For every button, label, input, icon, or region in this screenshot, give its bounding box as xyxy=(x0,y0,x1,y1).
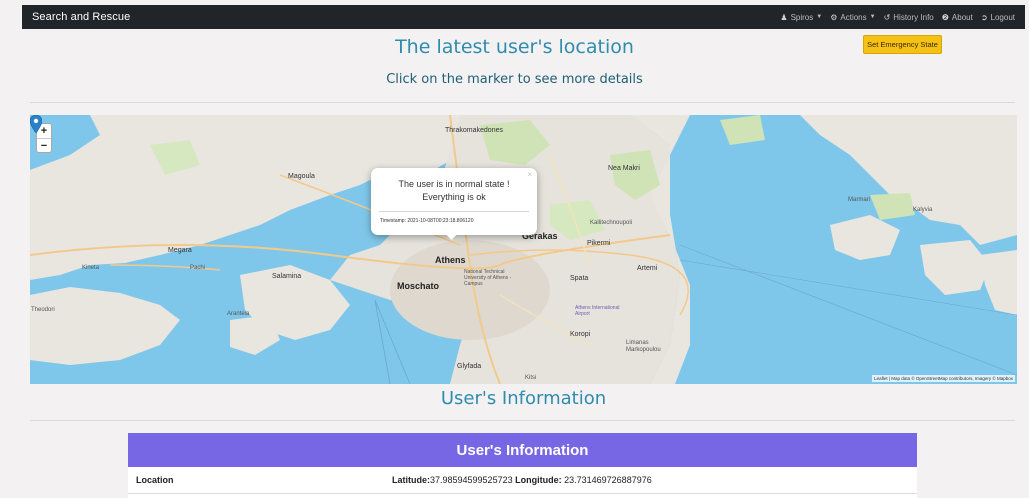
cogs-icon: ⚙ xyxy=(830,12,838,22)
map-label: Artemi xyxy=(637,265,658,272)
longitude-value: 23.731469726887976 xyxy=(564,475,652,485)
map[interactable]: + − Thrakomakedones Magoula Megara Kinet… xyxy=(30,115,1017,384)
popup-tip xyxy=(446,234,458,240)
row-value: Latitude:37.98594599525723 Longitude: 23… xyxy=(392,475,917,485)
navbar: Search and Rescue ♟ Spiros ▼ ⚙ Actions ▼… xyxy=(22,5,1025,29)
nav-user-menu[interactable]: ♟ Spiros ▼ xyxy=(780,13,822,22)
longitude-label: Longitude: xyxy=(515,475,562,485)
history-icon: ↺ xyxy=(883,12,891,22)
map-label: Athens International Airport xyxy=(575,305,620,317)
nav-about[interactable]: ❷ About xyxy=(942,13,973,22)
map-label: Thrakomakedones xyxy=(445,127,503,134)
user-icon: ♟ xyxy=(780,12,788,22)
nav-actions-label: Actions xyxy=(840,12,867,22)
map-label: Megara xyxy=(168,247,192,254)
row-key: Location xyxy=(136,475,174,485)
nav-about-label: About xyxy=(951,12,973,22)
map-label: Salamina xyxy=(272,273,302,280)
map-label: Koropi xyxy=(570,331,591,338)
page-subtitle: Click on the marker to see more details xyxy=(386,72,643,87)
map-label: Kallitechnoupoli xyxy=(590,220,633,226)
nav-actions-menu[interactable]: ⚙ Actions ▼ xyxy=(830,13,875,22)
logout-icon: ➲ xyxy=(980,12,988,22)
divider xyxy=(30,102,1015,103)
nav-logout-label: Logout xyxy=(990,12,1015,22)
brand[interactable]: Search and Rescue xyxy=(32,11,130,23)
nav-user-label: Spiros xyxy=(790,12,814,22)
map-label: Kalyvia xyxy=(913,207,933,213)
map-label: Magoula xyxy=(288,173,315,180)
popup-line-2: Everything is ok xyxy=(422,192,486,202)
popup-divider xyxy=(379,211,529,212)
map-label: Marmari xyxy=(848,197,870,203)
caret-down-icon: ▼ xyxy=(869,14,876,20)
map-label: Pachi xyxy=(190,265,206,271)
caret-down-icon: ▼ xyxy=(816,14,823,20)
map-label: Kitsi xyxy=(525,375,537,381)
latitude-value: 37.98594599525723 xyxy=(430,475,513,485)
map-label: Aranteia xyxy=(227,311,250,317)
popup-timestamp: Timestamp: 2021-10-08T00:23:18.806120 xyxy=(380,218,474,224)
nav-history-label: History Info xyxy=(893,12,934,22)
map-label: Limanas Markopoulou xyxy=(626,340,661,353)
map-label: Nea Makri xyxy=(608,165,640,172)
nav-items: ♟ Spiros ▼ ⚙ Actions ▼ ↺ History Info ❷ … xyxy=(780,13,1015,22)
popup-line-1: The user is in normal state ! xyxy=(398,179,510,189)
divider xyxy=(30,420,1015,421)
popup-message: The user is in normal state ! Everything… xyxy=(371,178,537,204)
map-attribution: Leaflet | Map data © OpenStreetMap contr… xyxy=(872,375,1015,382)
marker-popup: × The user is in normal state ! Everythi… xyxy=(371,168,537,235)
map-label: Theodori xyxy=(31,307,55,313)
location-marker-icon[interactable] xyxy=(30,115,42,133)
section-title: User's Information xyxy=(440,388,607,409)
map-label: Pikermi xyxy=(587,240,611,247)
user-info-card-header: User's Information xyxy=(128,433,917,467)
map-label: Spata xyxy=(570,275,589,282)
nav-logout[interactable]: ➲ Logout xyxy=(981,13,1015,22)
user-info-card: User's Information Location Latitude:37.… xyxy=(128,433,917,498)
info-icon: ❷ xyxy=(941,12,949,22)
set-emergency-state-button[interactable]: Set Emergency State xyxy=(863,35,942,54)
zoom-out-button[interactable]: − xyxy=(37,138,51,152)
map-label: Glyfada xyxy=(457,363,482,370)
map-label-athens: Athens xyxy=(435,255,466,265)
map-label: Kineta xyxy=(82,265,100,271)
map-label: Moschato xyxy=(397,281,440,291)
latitude-label: Latitude: xyxy=(392,475,430,485)
map-label: National Technical University of Athens … xyxy=(464,269,512,287)
table-row: Location Latitude:37.98594599525723 Long… xyxy=(128,467,917,494)
nav-history-info[interactable]: ↺ History Info xyxy=(884,13,934,22)
